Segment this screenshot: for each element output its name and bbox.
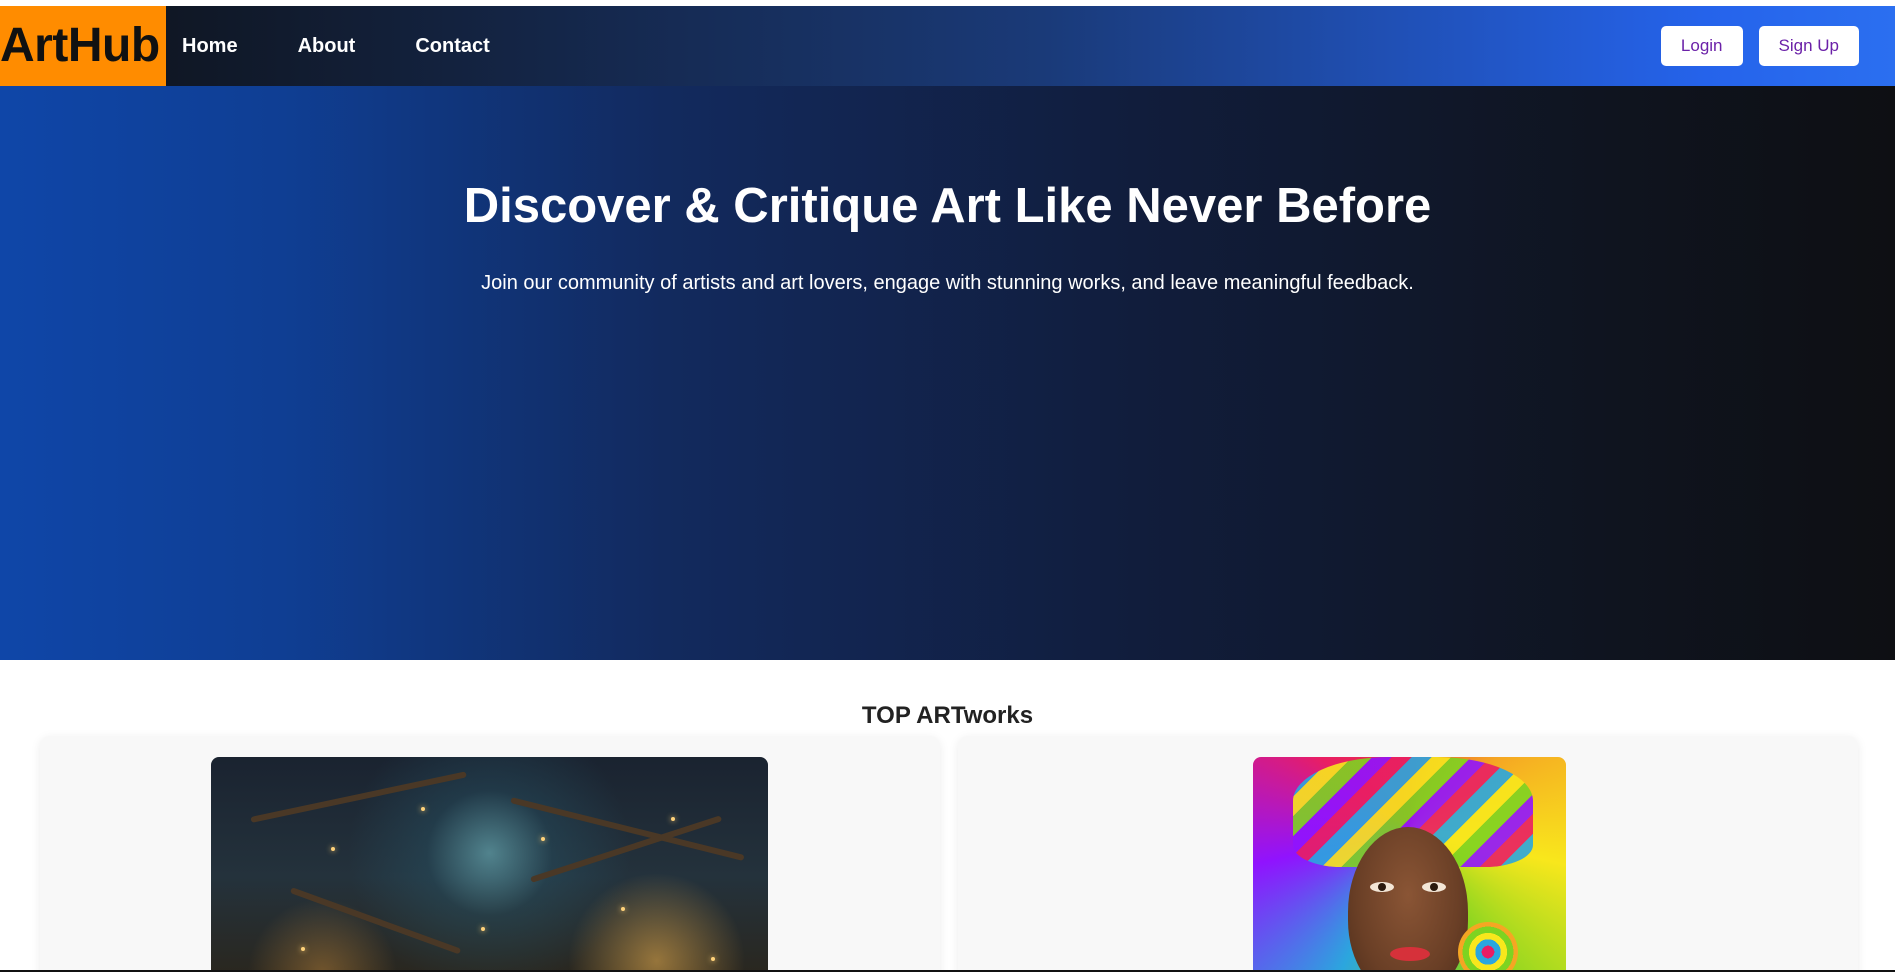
art-detail bbox=[1422, 882, 1446, 892]
art-detail bbox=[1370, 882, 1394, 892]
art-detail bbox=[1458, 922, 1518, 970]
navbar: ArtHub Home About Contact Login Sign Up bbox=[0, 6, 1895, 86]
artwork-image-forest[interactable] bbox=[211, 757, 768, 970]
nav-link-contact[interactable]: Contact bbox=[415, 35, 489, 58]
art-detail bbox=[250, 771, 467, 823]
hero-title: Discover & Critique Art Like Never Befor… bbox=[463, 179, 1432, 233]
art-detail bbox=[481, 927, 485, 931]
nav-link-home[interactable]: Home bbox=[182, 35, 238, 58]
artwork-card[interactable] bbox=[958, 736, 1858, 970]
hero-subtitle: Join our community of artists and art lo… bbox=[481, 272, 1414, 294]
art-detail bbox=[331, 847, 335, 851]
art-detail bbox=[289, 887, 462, 955]
art-detail bbox=[421, 807, 425, 811]
artwork-card[interactable] bbox=[40, 736, 940, 970]
art-detail bbox=[541, 837, 545, 841]
art-detail bbox=[1390, 947, 1430, 961]
nav-link-about[interactable]: About bbox=[298, 35, 356, 58]
signup-button[interactable]: Sign Up bbox=[1758, 26, 1859, 66]
page: ArtHub Home About Contact Login Sign Up … bbox=[0, 0, 1895, 972]
hero-section: Discover & Critique Art Like Never Befor… bbox=[0, 86, 1895, 660]
logo[interactable]: ArtHub bbox=[0, 6, 166, 86]
artwork-image-portrait[interactable] bbox=[1253, 757, 1566, 970]
top-artworks-title: TOP ARTworks bbox=[861, 702, 1034, 729]
nav-actions: Login Sign Up bbox=[1645, 26, 1859, 66]
login-button[interactable]: Login bbox=[1660, 26, 1743, 66]
art-detail bbox=[621, 907, 625, 911]
art-detail bbox=[711, 957, 715, 961]
art-detail bbox=[301, 947, 305, 951]
nav-links: Home About Contact bbox=[182, 35, 550, 58]
art-detail bbox=[671, 817, 675, 821]
